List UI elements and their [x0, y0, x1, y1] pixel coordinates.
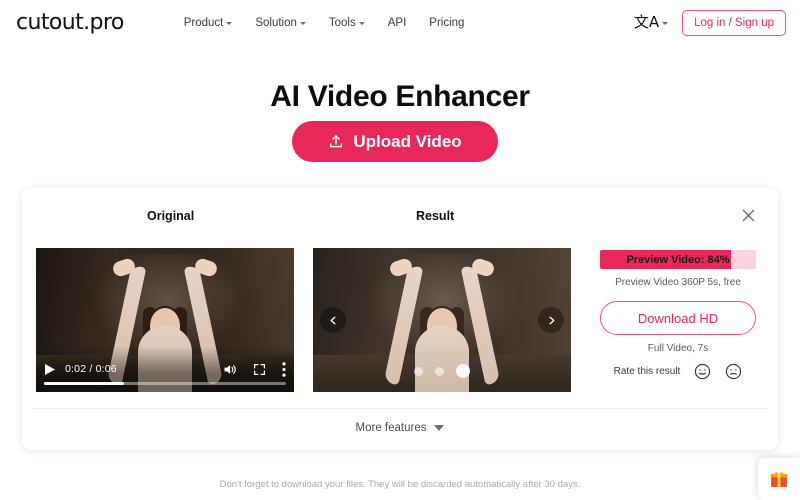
nav-item-pricing[interactable]: Pricing — [429, 17, 464, 29]
result-card: Original Result 0:02 / 0:06 Preview Vide… — [22, 188, 778, 450]
gift-icon — [770, 472, 788, 487]
chevron-down-icon — [226, 21, 233, 25]
fullscreen-icon[interactable] — [253, 363, 266, 376]
main-nav: Product Solution Tools API Pricing — [184, 17, 465, 29]
nav-item-product[interactable]: Product — [184, 17, 233, 29]
preview-note: Preview Video 360P 5s, free — [615, 277, 741, 288]
nav-item-api[interactable]: API — [388, 17, 407, 29]
upload-icon — [330, 134, 343, 147]
video-controls: 0:02 / 0:06 — [36, 346, 294, 392]
smiley-happy-icon[interactable] — [694, 363, 711, 380]
chevron-left-icon — [330, 316, 336, 324]
logo[interactable]: cutout.pro — [16, 10, 124, 35]
gift-widget-button[interactable] — [758, 458, 800, 500]
preview-progress-bar: Preview Video: 84% — [600, 250, 756, 269]
nav-label-solution: Solution — [255, 16, 297, 29]
carousel-dot-1[interactable] — [414, 366, 423, 376]
page-root: cutout.pro Product Solution Tools API Pr… — [0, 0, 800, 500]
more-features-toggle[interactable]: More features — [22, 422, 778, 434]
more-features-label: More features — [355, 422, 427, 434]
card-divider — [32, 408, 768, 409]
video-scrubber-fill — [44, 382, 124, 385]
chevron-right-icon — [548, 316, 554, 324]
original-video-player[interactable]: 0:02 / 0:06 — [36, 248, 294, 392]
preview-progress-label: Preview Video: 84% — [626, 253, 730, 266]
nav-item-tools[interactable]: Tools — [329, 17, 365, 29]
result-label: Result — [416, 209, 455, 223]
upload-button-label: Upload Video — [353, 131, 462, 151]
original-label: Original — [147, 209, 195, 223]
close-icon[interactable] — [740, 207, 757, 224]
carousel-next-button[interactable] — [538, 307, 564, 333]
footer-note: Don't forget to download your files. The… — [219, 479, 581, 490]
download-hd-button[interactable]: Download HD — [600, 301, 756, 335]
rating-row: Rate this result — [594, 363, 762, 380]
play-icon[interactable] — [44, 363, 56, 376]
nav-item-solution[interactable]: Solution — [255, 17, 306, 29]
rate-label: Rate this result — [613, 366, 681, 377]
chevron-down-icon — [358, 21, 365, 25]
chevron-down-icon — [299, 21, 306, 25]
login-signup-button[interactable]: Log in / Sign up — [682, 9, 786, 36]
carousel-dot-2[interactable] — [435, 366, 444, 376]
header-actions: 文A Log in / Sign up — [633, 9, 786, 36]
chevron-down-icon — [662, 21, 669, 25]
language-switcher[interactable]: 文A — [633, 13, 669, 31]
result-video-player[interactable] — [313, 248, 571, 392]
nav-label-pricing: Pricing — [429, 16, 465, 29]
chevron-down-icon — [434, 425, 445, 431]
actions-panel: Preview Video: 84% Preview Video 360P 5s… — [594, 250, 762, 380]
nav-label-api: API — [387, 16, 407, 29]
video-time: 0:02 / 0:06 — [65, 363, 117, 375]
smiley-sad-icon[interactable] — [725, 363, 742, 380]
page-title: AI Video Enhancer — [270, 80, 530, 113]
translate-icon: 文A — [633, 13, 660, 31]
video-scrubber[interactable] — [44, 382, 286, 385]
carousel-prev-button[interactable] — [320, 307, 346, 333]
site-header: cutout.pro Product Solution Tools API Pr… — [0, 0, 800, 45]
nav-label-product: Product — [183, 16, 224, 29]
volume-icon[interactable] — [222, 362, 237, 377]
nav-label-tools: Tools — [328, 16, 356, 29]
upload-video-button[interactable]: Upload Video — [292, 121, 498, 162]
carousel-dots — [313, 364, 571, 378]
more-options-icon[interactable] — [282, 361, 286, 377]
carousel-dot-3[interactable] — [456, 364, 470, 378]
full-video-note: Full Video, 7s — [647, 343, 709, 354]
